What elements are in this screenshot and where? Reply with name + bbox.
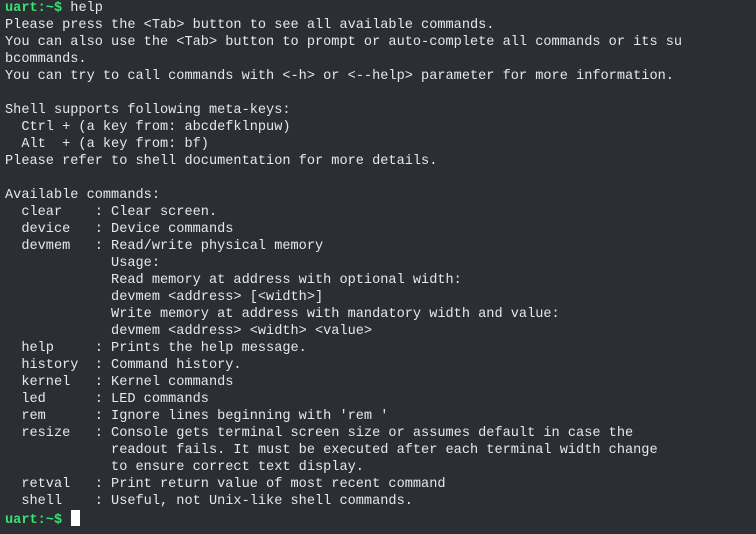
output-line: Available commands: <box>5 188 160 203</box>
entered-command: help <box>70 1 103 16</box>
command-line: uart:~$ help <box>5 0 756 17</box>
output-line: clear : Clear screen. <box>5 205 218 220</box>
output-line: devmem <address> <width> <value> <box>5 324 373 339</box>
output-line: Shell supports following meta-keys: <box>5 103 291 118</box>
text-cursor[interactable] <box>71 510 81 526</box>
shell-prompt: uart:~$ <box>5 1 63 16</box>
output-line: Ctrl + (a key from: abcdefklnpuw) <box>5 120 291 135</box>
output-line: history : Command history. <box>5 358 242 373</box>
output-line: retval : Print return value of most rece… <box>5 477 446 492</box>
terminal-output: uart:~$ help Please press the <Tab> butt… <box>5 0 756 528</box>
input-line[interactable]: uart:~$ <box>5 510 756 528</box>
output-line: You can also use the <Tab> button to pro… <box>5 35 683 50</box>
output-line: devmem : Read/write physical memory <box>5 239 324 254</box>
output-line: Write memory at address with mandatory w… <box>5 307 560 322</box>
output-line: Read memory at address with optional wid… <box>5 273 462 288</box>
output-line: help : Prints the help message. <box>5 341 307 356</box>
output-line: rem : Ignore lines beginning with 'rem ' <box>5 409 389 424</box>
output-line: devmem <address> [<width>] <box>5 290 324 305</box>
output-line: shell : Useful, not Unix-like shell comm… <box>5 494 413 509</box>
output-line: kernel : Kernel commands <box>5 375 234 390</box>
output-line: device : Device commands <box>5 222 234 237</box>
output-line: Please refer to shell documentation for … <box>5 154 438 169</box>
output-line: to ensure correct text display. <box>5 460 364 475</box>
output-line: Usage: <box>5 256 160 271</box>
output-line: You can try to call commands with <-h> o… <box>5 69 674 84</box>
output-line: Alt + (a key from: bf) <box>5 137 209 152</box>
output-line: Please press the <Tab> button to see all… <box>5 18 495 33</box>
terminal-window[interactable]: uart:~$ help Please press the <Tab> butt… <box>0 0 756 534</box>
output-line: resize : Console gets terminal screen si… <box>5 426 634 441</box>
shell-prompt: uart:~$ <box>5 513 63 528</box>
output-line: led : LED commands <box>5 392 209 407</box>
output-line: bcommands. <box>5 52 87 67</box>
output-line: readout fails. It must be executed after… <box>5 443 658 458</box>
